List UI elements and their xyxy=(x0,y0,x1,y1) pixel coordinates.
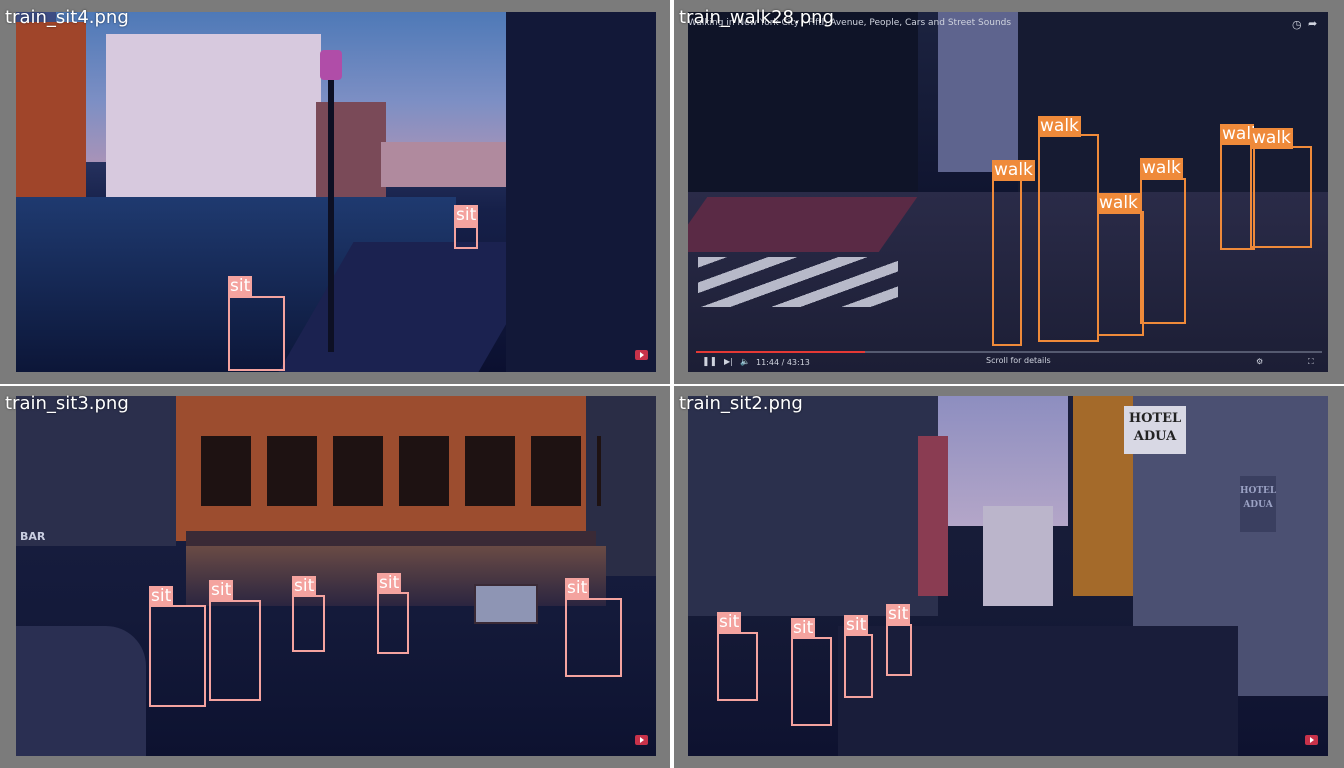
detection-label-sit: sit xyxy=(209,580,234,601)
image-train-sit2: HOTEL ADUA HOTEL ADUA xyxy=(688,396,1328,756)
window-row xyxy=(201,436,601,506)
hotel-sign-line1: HOTEL xyxy=(1128,411,1182,426)
building-left xyxy=(16,22,86,222)
detection-label-walk: walk xyxy=(1038,116,1081,137)
menu-board xyxy=(474,584,538,624)
far-palazzo xyxy=(983,506,1053,606)
detection-box-sit xyxy=(454,226,478,249)
tower-left xyxy=(688,12,918,192)
detection-box-sit xyxy=(791,637,832,726)
detection-label-sit: sit xyxy=(454,205,479,226)
far-buildings xyxy=(381,142,511,187)
detection-label-sit: sit xyxy=(565,578,590,599)
panel-train-sit3: BAR train_sit3.png sit sit sit sit sit xyxy=(0,386,670,768)
detection-box-walk xyxy=(1038,134,1099,342)
awning xyxy=(186,531,596,547)
detection-label-sit: sit xyxy=(844,615,869,636)
detection-box-walk xyxy=(1250,146,1312,248)
bus-lane xyxy=(688,197,918,252)
detection-box-sit xyxy=(565,598,622,677)
hotel-sign: HOTEL ADUA xyxy=(1124,406,1186,454)
play-icon[interactable]: ▶| xyxy=(724,357,733,366)
pink-building xyxy=(918,436,948,596)
panel-train-sit2: HOTEL ADUA HOTEL ADUA train_sit2.png sit… xyxy=(674,386,1344,768)
bar-sign: BAR xyxy=(20,530,46,543)
lamp xyxy=(320,50,342,80)
detection-label-sit: sit xyxy=(886,604,911,625)
pause-icon[interactable]: ❚❚ xyxy=(702,357,717,367)
detection-box-walk xyxy=(1140,178,1186,324)
panel-train-walk28: Walking in New York City - Fifth Avenue,… xyxy=(674,0,1344,384)
well xyxy=(16,626,146,756)
settings-icon[interactable]: ⚙ xyxy=(1256,357,1263,366)
detection-box-sit xyxy=(377,592,409,654)
detection-box-sit xyxy=(292,595,325,652)
hotel-plaque: HOTEL ADUA xyxy=(1240,476,1276,532)
share-icon[interactable]: ➦ xyxy=(1308,17,1317,30)
detection-box-sit xyxy=(886,624,912,676)
progress-bar[interactable] xyxy=(696,351,1322,353)
filename-label: train_walk28.png xyxy=(679,7,834,28)
progress-fill xyxy=(696,351,866,353)
detection-box-sit xyxy=(844,634,873,698)
fullscreen-icon[interactable]: ⛶ xyxy=(1308,357,1314,367)
filename-label: train_sit3.png xyxy=(5,393,129,414)
lamp-post xyxy=(328,52,334,352)
youtube-icon xyxy=(1305,735,1318,745)
crosswalk xyxy=(698,257,898,307)
detection-label-sit: sit xyxy=(292,576,317,597)
detection-label-sit: sit xyxy=(149,586,174,607)
detection-label-walk: walk xyxy=(1250,128,1293,149)
detection-box-sit xyxy=(149,605,206,707)
detection-label-walk: walk xyxy=(1097,193,1140,214)
detection-box-sit xyxy=(228,296,285,371)
detection-label-sit: sit xyxy=(717,612,742,633)
left-facade xyxy=(688,396,938,616)
detection-label-walk: walk xyxy=(1140,158,1183,179)
filename-label: train_sit2.png xyxy=(679,393,803,414)
dark-wall xyxy=(506,12,656,372)
detection-label-sit: sit xyxy=(791,618,816,639)
palazzo xyxy=(106,34,321,204)
detection-label-walk: walk xyxy=(992,160,1035,181)
video-time: 11:44 / 43:13 xyxy=(756,358,810,367)
detection-box-walk xyxy=(992,178,1022,346)
detection-label-sit: sit xyxy=(377,573,402,594)
youtube-icon xyxy=(635,735,648,745)
hotel-plaque-line1: HOTEL xyxy=(1240,486,1277,496)
hotel-sign-line2: ADUA xyxy=(1133,429,1177,444)
left-building xyxy=(16,396,176,546)
detection-label-walk: walk xyxy=(1220,124,1254,145)
detection-box-sit xyxy=(209,600,261,701)
image-train-sit4 xyxy=(16,12,656,372)
image-train-sit3: BAR xyxy=(16,396,656,756)
sky xyxy=(938,12,1018,172)
building-right xyxy=(316,102,386,202)
detection-box-walk xyxy=(1097,211,1144,336)
volume-icon[interactable]: 🔈 xyxy=(740,357,750,366)
detection-box-sit xyxy=(717,632,758,701)
scroll-hint: Scroll for details xyxy=(986,356,1051,365)
filename-label: train_sit4.png xyxy=(5,7,129,28)
detection-label-sit: sit xyxy=(228,276,253,297)
clock-icon[interactable]: ◷ xyxy=(1292,18,1302,31)
youtube-icon xyxy=(635,350,648,360)
hotel-plaque-line2: ADUA xyxy=(1243,500,1273,510)
panel-train-sit4: train_sit4.png sit sit xyxy=(0,0,670,384)
